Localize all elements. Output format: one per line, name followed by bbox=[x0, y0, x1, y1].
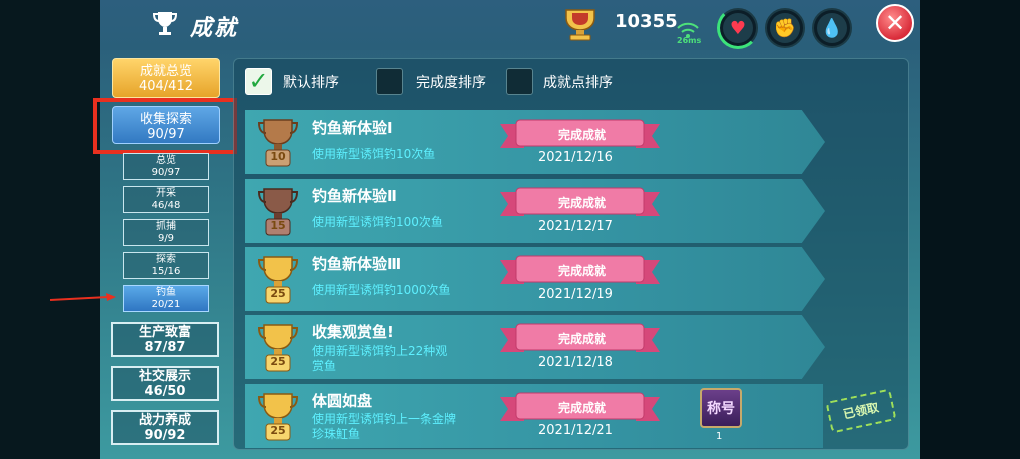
sort-points-checkbox[interactable] bbox=[506, 68, 533, 95]
highlight-box bbox=[93, 98, 237, 154]
achievement-title: 体圆如盘 bbox=[312, 392, 373, 410]
health-arc bbox=[717, 7, 759, 49]
completed-status: 完成成就 bbox=[557, 332, 606, 346]
sort-default-checkbox[interactable]: ✓ bbox=[245, 68, 272, 95]
achievement-screen: 成就 10355 26ms ♥ ✊ 💧 ✕ 成就总览 404/412 收集探索 … bbox=[0, 0, 1020, 459]
achievement-desc-line1: 使用新型诱饵钓上22种观 bbox=[312, 344, 448, 358]
achievement-title: 钓鱼新体验Ⅱ bbox=[312, 187, 397, 205]
medal-points: 25 bbox=[270, 355, 286, 368]
nav-sub-label: 总览 bbox=[156, 155, 176, 166]
nav-sub-overview[interactable]: 总览 90/97 bbox=[123, 153, 209, 180]
stamina-gauge[interactable]: ✊ bbox=[765, 8, 805, 48]
nav-cat-value: 90/92 bbox=[144, 428, 186, 443]
completion-date: 2021/12/17 bbox=[538, 219, 613, 234]
completion-date: 2021/12/19 bbox=[538, 287, 613, 302]
achievement-trophy-icon bbox=[565, 9, 595, 41]
nav-summary-value: 404/412 bbox=[138, 79, 193, 94]
completion-date: 2021/12/21 bbox=[538, 423, 613, 438]
nav-sub-value: 9/9 bbox=[157, 233, 175, 244]
nav-sub-value: 90/97 bbox=[151, 167, 181, 178]
achievement-desc: 使用新型诱饵钓100次鱼 bbox=[312, 215, 443, 229]
medal-points: 15 bbox=[270, 219, 286, 232]
nav-sub-label: 探索 bbox=[156, 254, 176, 265]
trophy-icon bbox=[152, 12, 178, 35]
sort-completion-checkbox[interactable] bbox=[376, 68, 403, 95]
nav-production[interactable]: 生产致富 87/87 bbox=[111, 322, 219, 357]
nav-cat-label: 战力养成 bbox=[138, 413, 191, 428]
reward-label: 称号 bbox=[707, 401, 735, 417]
nav-sub-value: 15/16 bbox=[151, 266, 181, 277]
nav-achievement-summary[interactable]: 成就总览 404/412 bbox=[112, 58, 220, 98]
nav-sub-label: 开采 bbox=[156, 188, 176, 199]
achievement-desc: 使用新型诱饵钓1000次鱼 bbox=[312, 283, 451, 297]
nav-summary-label: 成就总览 bbox=[139, 64, 192, 79]
achievement-title: 钓鱼新体验Ⅰ bbox=[312, 119, 393, 137]
achievement-desc-line1: 使用新型诱饵钓上一条金牌 bbox=[312, 412, 457, 426]
health-gauge[interactable]: ♥ bbox=[717, 7, 759, 49]
water-gauge[interactable]: 💧 bbox=[812, 8, 852, 48]
completion-date: 2021/12/16 bbox=[538, 150, 613, 165]
medal-points: 10 bbox=[270, 150, 286, 163]
nav-cat-label: 社交展示 bbox=[138, 369, 191, 384]
nav-sub-capture[interactable]: 抓捕 9/9 bbox=[123, 219, 209, 246]
nav-cat-value: 46/50 bbox=[144, 384, 186, 399]
achievement-title: 收集观赏鱼! bbox=[312, 323, 394, 341]
completed-status: 完成成就 bbox=[557, 401, 606, 415]
medal-points: 25 bbox=[270, 287, 286, 300]
achievement-title: 钓鱼新体验Ⅲ bbox=[312, 255, 402, 273]
sort-points-label: 成就点排序 bbox=[543, 75, 613, 91]
nav-sub-label: 抓捕 bbox=[156, 221, 176, 232]
medal-points: 25 bbox=[270, 424, 286, 437]
nav-combat[interactable]: 战力养成 90/92 bbox=[111, 410, 219, 445]
nav-sub-value: 46/48 bbox=[151, 200, 181, 211]
arm-icon: ✊ bbox=[770, 13, 800, 43]
completed-status: 完成成就 bbox=[557, 128, 606, 142]
achievement-points: 10355 bbox=[615, 11, 678, 32]
achievement-desc-line2: 珍珠魟鱼 bbox=[312, 427, 361, 441]
achievement-desc: 使用新型诱饵钓10次鱼 bbox=[312, 147, 436, 161]
achievement-desc-line2: 赏鱼 bbox=[312, 359, 337, 373]
right-border bbox=[920, 0, 1020, 459]
nav-sub-value: 20/21 bbox=[151, 299, 181, 310]
ping-value: 26ms bbox=[677, 36, 702, 45]
nav-sub-explore[interactable]: 探索 15/16 bbox=[123, 252, 209, 279]
completed-status: 完成成就 bbox=[557, 264, 606, 278]
reward-title-badge[interactable]: 称号 bbox=[700, 388, 742, 428]
nav-sub-fishing[interactable]: 钓鱼 20/21 bbox=[123, 285, 209, 312]
nav-cat-value: 87/87 bbox=[144, 340, 186, 355]
sort-completion-label: 完成度排序 bbox=[416, 75, 486, 91]
close-button[interactable]: ✕ bbox=[876, 4, 914, 42]
nav-sub-label: 钓鱼 bbox=[156, 287, 176, 298]
water-drop-icon: 💧 bbox=[817, 13, 847, 43]
page-title: 成就 bbox=[190, 16, 239, 41]
nav-social[interactable]: 社交展示 46/50 bbox=[111, 366, 219, 401]
nav-sub-mining[interactable]: 开采 46/48 bbox=[123, 186, 209, 213]
completed-status: 完成成就 bbox=[557, 196, 606, 210]
nav-cat-label: 生产致富 bbox=[138, 325, 191, 340]
sort-default-label: 默认排序 bbox=[283, 75, 339, 91]
arrow-annotation-icon bbox=[50, 293, 116, 301]
left-border bbox=[0, 0, 100, 459]
close-icon: ✕ bbox=[884, 9, 906, 37]
reward-count: 1 bbox=[716, 431, 723, 442]
completion-date: 2021/12/18 bbox=[538, 355, 613, 370]
